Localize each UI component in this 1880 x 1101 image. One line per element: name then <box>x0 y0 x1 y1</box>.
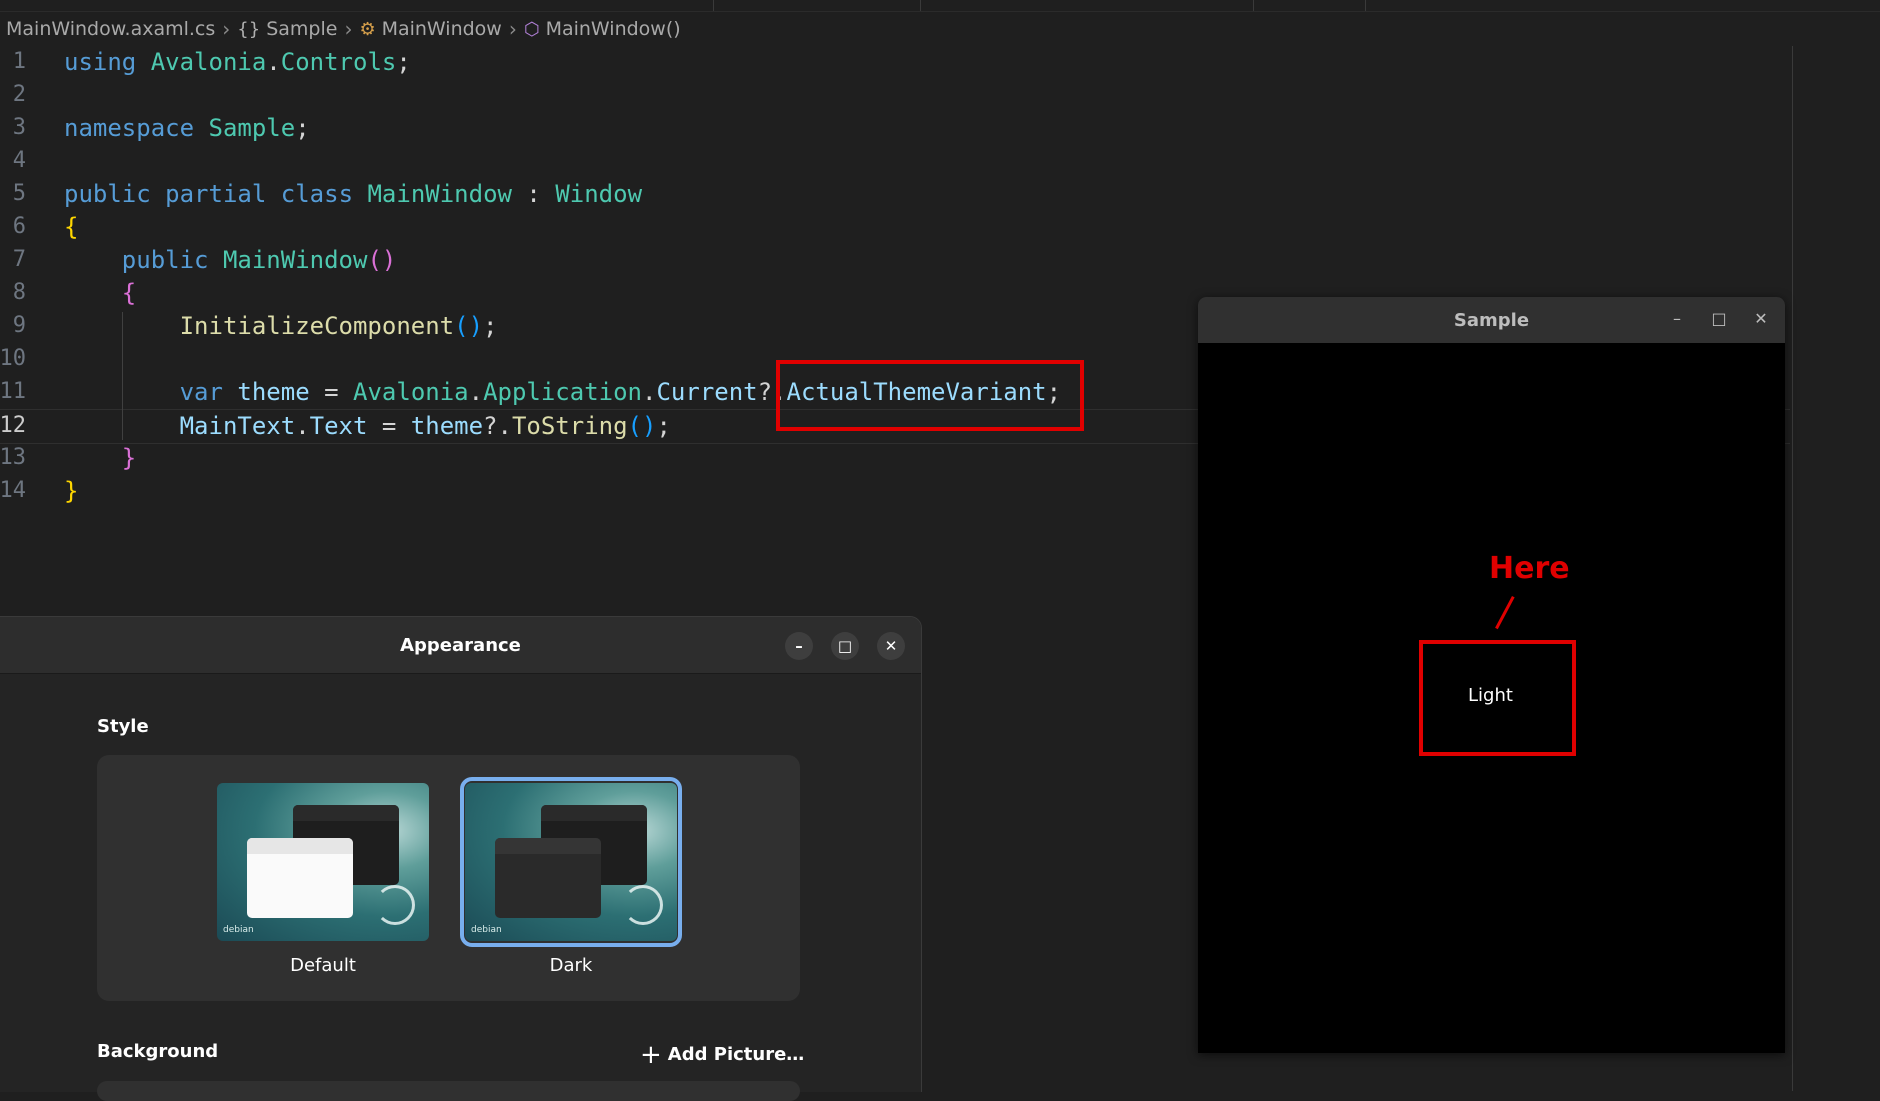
line-number: 9 <box>12 313 26 338</box>
line-number: 7 <box>12 247 26 272</box>
style-card: debian Default debian Dark <box>97 755 800 1001</box>
code-text: namespace Sample; <box>64 114 310 142</box>
code-text: InitializeComponent(); <box>179 312 498 340</box>
code-line: 4 <box>0 145 1790 178</box>
chevron-right-icon: › <box>222 17 231 41</box>
line-number: 4 <box>12 148 26 173</box>
indent-guide <box>122 312 123 440</box>
namespace-icon: {} <box>237 18 261 40</box>
minimize-button[interactable]: – <box>785 632 813 660</box>
breadcrumb-method[interactable]: MainWindow() <box>546 18 681 40</box>
style-dark-label: Dark <box>549 955 593 976</box>
sample-window-title: Sample <box>1453 310 1530 331</box>
line-number: 6 <box>12 214 26 239</box>
breadcrumb-namespace[interactable]: Sample <box>266 18 337 40</box>
code-line: 5 public partial class MainWindow : Wind… <box>0 178 1790 211</box>
debian-logo: debian <box>471 925 502 935</box>
minimize-button[interactable]: – <box>1665 307 1689 331</box>
code-text: } <box>64 477 79 505</box>
editor-ruler <box>1792 46 1793 1091</box>
code-line: 7 public MainWindow() <box>0 244 1790 277</box>
code-text: { <box>64 213 79 241</box>
code-line: 6 { <box>0 211 1790 244</box>
window-preview <box>495 838 601 918</box>
class-icon: ⚙ <box>359 18 376 40</box>
line-number: 8 <box>12 280 26 305</box>
chevron-right-icon: › <box>508 17 517 41</box>
code-line: 3 namespace Sample; <box>0 112 1790 145</box>
style-default-thumbnail[interactable]: debian <box>217 783 429 941</box>
close-button[interactable]: ✕ <box>877 632 905 660</box>
tab-strip-border <box>0 11 1880 12</box>
code-line: 1 using Avalonia.Controls; <box>0 46 1790 79</box>
sample-titlebar[interactable]: Sample – □ ✕ <box>1198 297 1785 344</box>
add-picture-label: Add Picture… <box>667 1044 805 1065</box>
code-text: } <box>121 444 137 472</box>
code-line: 2 <box>0 79 1790 112</box>
debian-swirl-icon <box>623 885 663 925</box>
maximize-button[interactable]: □ <box>831 632 859 660</box>
line-number: 3 <box>12 115 26 140</box>
annotation-box-light <box>1419 640 1576 756</box>
close-button[interactable]: ✕ <box>1749 307 1773 331</box>
maximize-button[interactable]: □ <box>1707 307 1731 331</box>
line-number: 10 <box>0 346 26 371</box>
line-number: 1 <box>12 49 26 74</box>
debian-swirl-icon <box>375 885 415 925</box>
style-default-label: Default <box>290 955 356 976</box>
code-text: public partial class MainWindow : Window <box>64 180 643 208</box>
window-preview <box>247 838 353 918</box>
method-icon: ⬡ <box>523 18 540 40</box>
annotation-here-label: Here <box>1489 551 1570 586</box>
style-heading: Style <box>97 716 149 737</box>
add-picture-button[interactable]: + Add Picture… <box>640 1040 804 1070</box>
line-number: 11 <box>0 379 26 404</box>
background-heading: Background <box>97 1041 219 1062</box>
breadcrumb-class[interactable]: MainWindow <box>382 18 502 40</box>
appearance-window: Appearance – □ ✕ Style debian Default de… <box>0 616 922 1092</box>
background-card <box>97 1081 800 1101</box>
code-text: MainText.Text = theme?.ToString(); <box>179 412 671 440</box>
appearance-titlebar[interactable]: Appearance – □ ✕ <box>0 617 921 674</box>
line-number: 14 <box>0 478 26 503</box>
line-number: 2 <box>12 82 26 107</box>
line-number: 12 <box>0 413 26 438</box>
debian-logo: debian <box>223 925 254 935</box>
chevron-right-icon: › <box>344 17 353 41</box>
breadcrumb-file[interactable]: MainWindow.axaml.cs <box>6 18 215 40</box>
editor-tab-strip <box>0 0 1880 12</box>
code-text: using Avalonia.Controls; <box>64 48 411 76</box>
appearance-window-title: Appearance <box>400 635 521 656</box>
plus-icon: + <box>640 1040 662 1070</box>
code-text: public MainWindow() <box>121 246 397 274</box>
line-number: 5 <box>12 181 26 206</box>
line-number: 13 <box>0 445 26 470</box>
code-text: { <box>121 279 137 307</box>
annotation-box-code <box>776 360 1084 431</box>
breadcrumb: MainWindow.axaml.cs › {} Sample › ⚙ Main… <box>6 16 681 42</box>
style-dark-thumbnail[interactable]: debian <box>465 783 677 941</box>
